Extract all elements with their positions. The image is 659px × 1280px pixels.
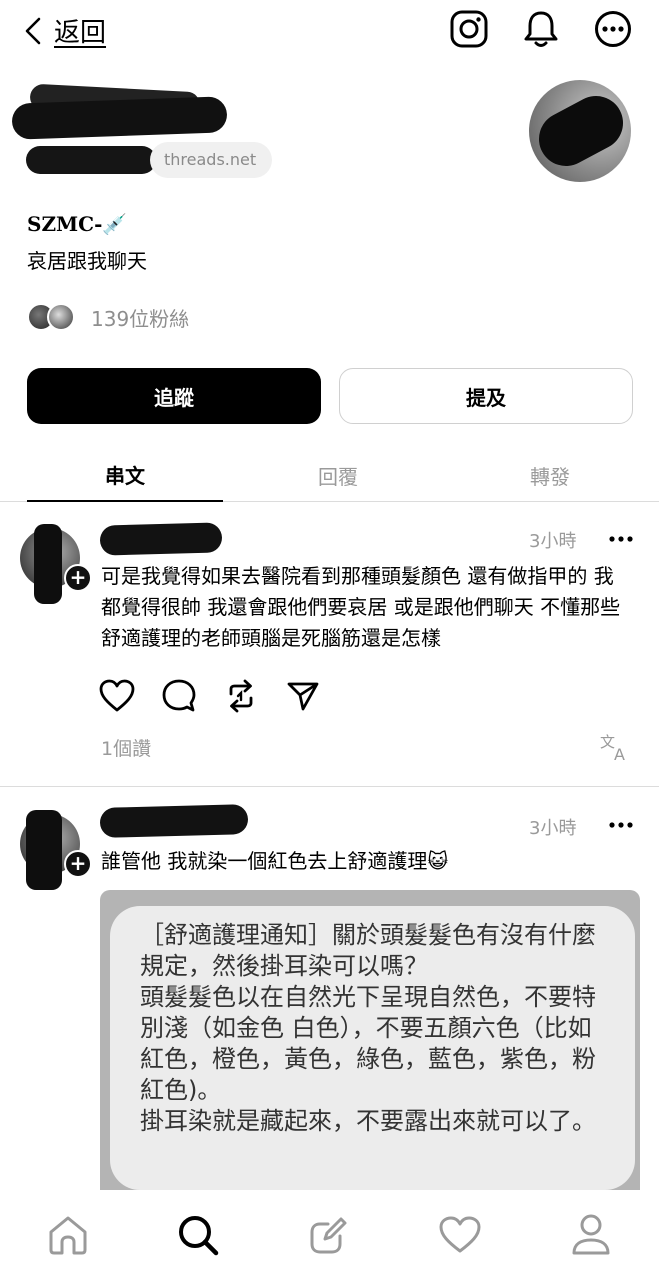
follower-avatar — [47, 303, 75, 331]
like-heart-icon[interactable] — [98, 676, 136, 716]
post-text: 可是我覺得如果去醫院看到那種頭髮顏色 還有做指甲的 我都覺得很帥 我還會跟他們要… — [101, 564, 621, 650]
follow-plus-icon[interactable]: + — [64, 850, 92, 878]
compose-icon[interactable] — [304, 1210, 354, 1260]
post-time: 3小時 — [529, 818, 577, 839]
post-divider — [0, 786, 659, 787]
share-send-icon[interactable] — [284, 676, 322, 716]
tab-reposts[interactable]: 轉發 — [452, 448, 648, 502]
chevron-left-icon — [25, 17, 41, 44]
post-author-avatar[interactable]: + — [20, 810, 92, 890]
profile-tabs: 串文 回覆 轉發 — [0, 448, 659, 502]
handle-row: threads.net — [26, 142, 273, 178]
author-name-redaction — [99, 804, 249, 838]
svg-text:文: 文 — [600, 733, 615, 751]
handle-redaction — [26, 146, 156, 174]
more-options-icon[interactable] — [593, 9, 633, 49]
search-icon[interactable] — [173, 1210, 223, 1260]
mention-button[interactable]: 提及 — [339, 368, 633, 424]
activity-heart-icon[interactable] — [435, 1210, 485, 1260]
post-image[interactable]: ［舒適護理通知］關於頭髮髮色有沒有什麼規定，然後掛耳染可以嗎？ 頭髮髮色以在自然… — [100, 890, 640, 1190]
followers-count: 139位粉絲 — [91, 306, 190, 331]
bio-title: SZMC-💉 — [27, 212, 128, 236]
follow-plus-icon[interactable]: + — [64, 564, 92, 592]
back-button[interactable]: 返回 — [22, 12, 106, 49]
repost-icon[interactable] — [222, 676, 260, 716]
post-author-avatar[interactable]: + — [20, 524, 92, 604]
author-name-redaction — [99, 522, 223, 556]
comment-icon[interactable] — [160, 676, 198, 716]
translate-icon[interactable]: 文A — [600, 732, 632, 764]
tab-threads[interactable]: 串文 — [27, 448, 223, 502]
post-text: 誰管他 我就染一個紅色去上舒適護理😺 — [101, 849, 449, 873]
top-bar: 返回 — [0, 0, 659, 62]
profile-name-redaction — [11, 96, 228, 140]
back-label: 返回 — [54, 18, 107, 48]
instagram-icon[interactable] — [449, 9, 489, 49]
post-time: 3小時 — [529, 531, 577, 552]
embedded-message-text: ［舒適護理通知］關於頭髮髮色有沒有什麼規定，然後掛耳染可以嗎？ 頭髮髮色以在自然… — [110, 906, 635, 1190]
post-actions — [98, 676, 322, 716]
profile-avatar[interactable] — [529, 80, 631, 182]
home-icon[interactable] — [43, 1210, 93, 1260]
bell-icon[interactable] — [521, 9, 561, 49]
follow-button[interactable]: 追蹤 — [27, 368, 321, 424]
bio-text: 哀居跟我聊天 — [27, 249, 147, 273]
post-more-icon[interactable] — [602, 524, 642, 554]
tab-replies[interactable]: 回覆 — [240, 448, 436, 502]
threads-host-pill[interactable]: threads.net — [150, 142, 273, 178]
post-more-icon[interactable] — [602, 810, 642, 840]
bottom-navigation — [0, 1192, 659, 1280]
svg-text:A: A — [614, 745, 625, 762]
followers-link[interactable]: 139位粉絲 — [27, 300, 189, 334]
likes-count[interactable]: 1個讚 — [101, 734, 151, 761]
profile-icon[interactable] — [566, 1210, 616, 1260]
